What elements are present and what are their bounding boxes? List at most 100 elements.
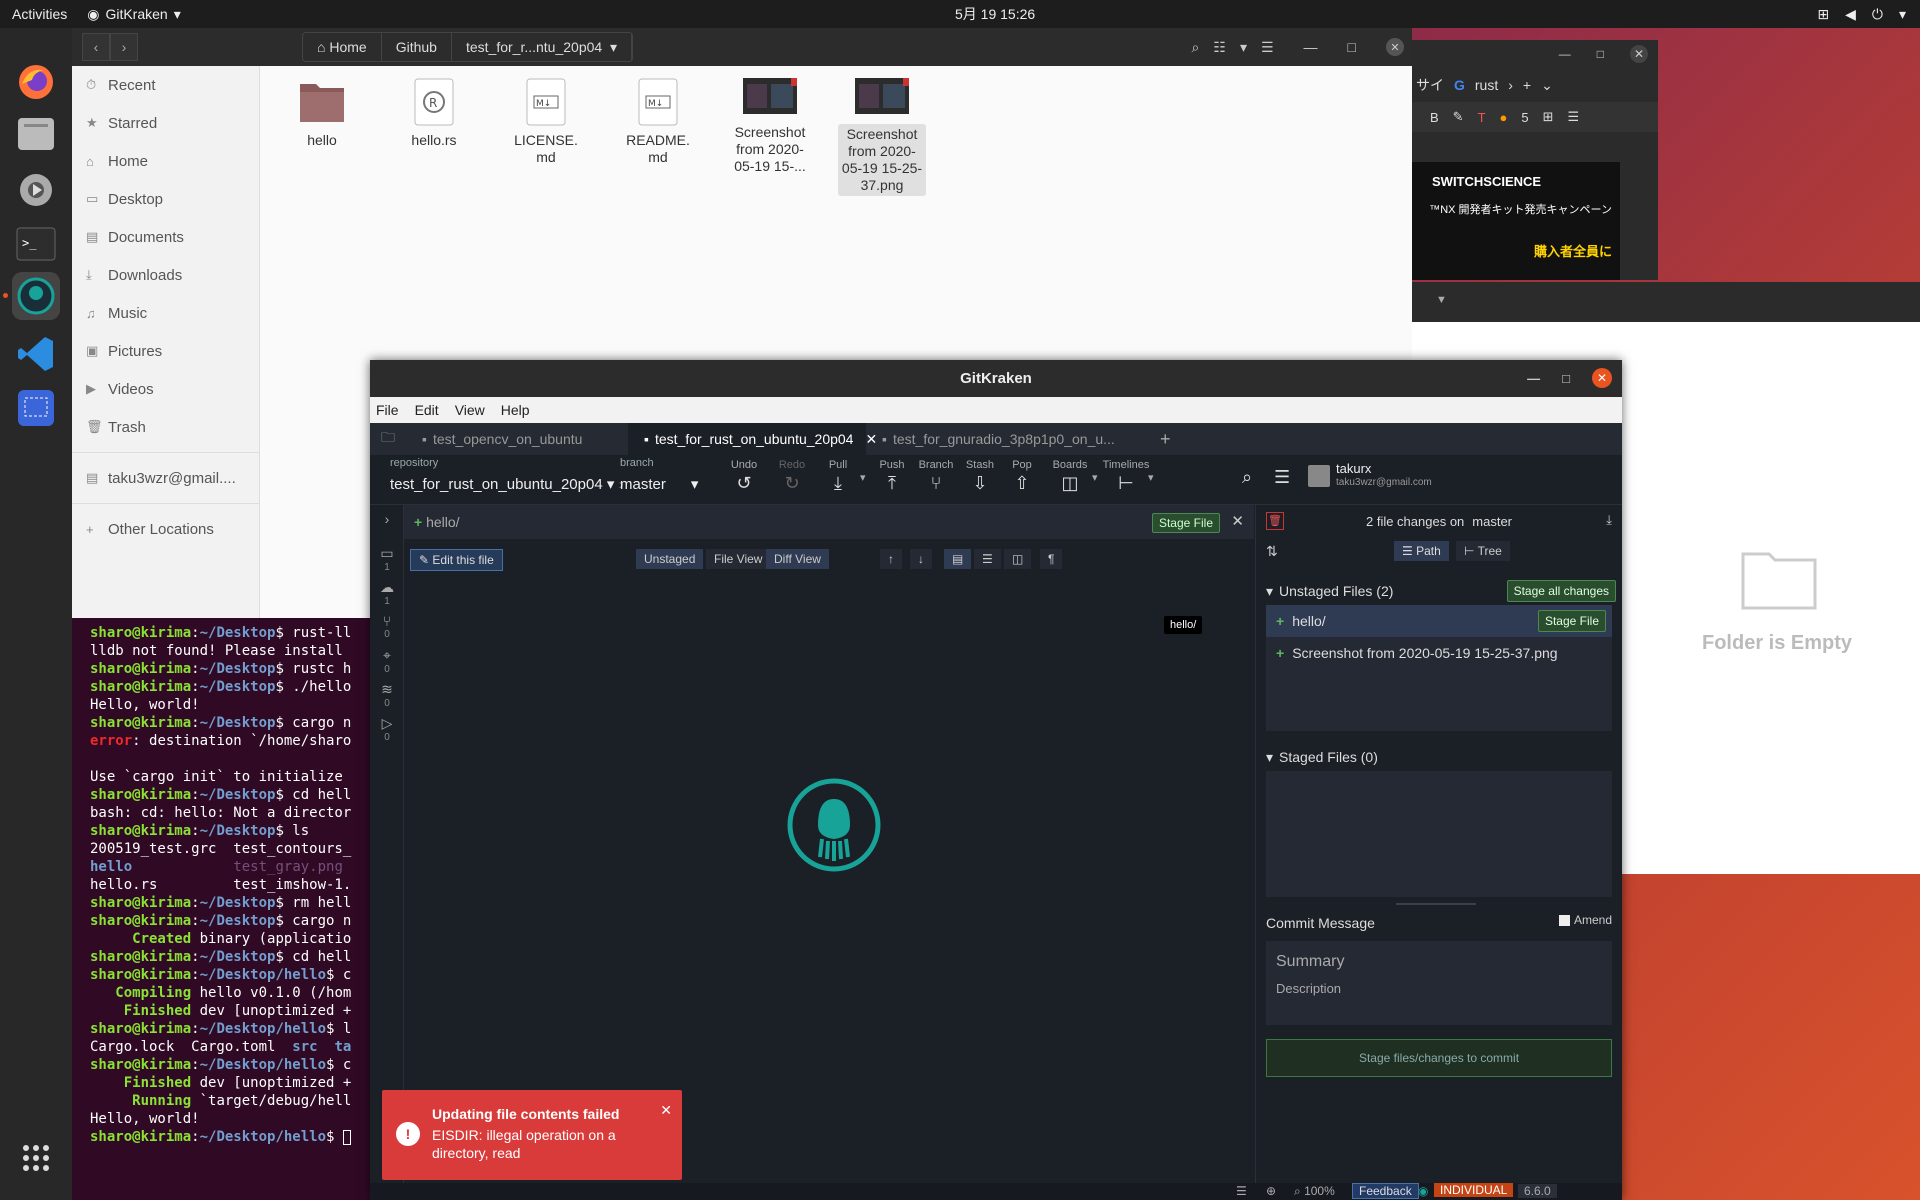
diff-view-button[interactable]: Diff View xyxy=(766,549,829,569)
chevron-down-icon[interactable]: ▾ xyxy=(1092,471,1098,484)
menu-icon[interactable]: ☰ xyxy=(1568,109,1580,125)
folder-icon[interactable]: 🗀 xyxy=(370,427,406,451)
breadcrumb-current[interactable]: test_for_r...ntu_20p04 ▾ xyxy=(452,33,632,61)
five-icon[interactable]: 5 xyxy=(1521,110,1528,125)
chevron-down-icon[interactable]: ⌄ xyxy=(1541,77,1553,94)
trash-icon[interactable]: 🗑 xyxy=(1266,512,1284,530)
maximize-icon[interactable]: □ xyxy=(1348,39,1356,55)
unstaged-toggle[interactable]: Unstaged xyxy=(636,549,704,569)
stage-file-button[interactable]: Stage File xyxy=(1537,610,1606,632)
pull-requests-button[interactable]: ⑂ 0 xyxy=(370,613,404,640)
arrow-down-icon[interactable]: ↓ xyxy=(910,549,932,569)
menu-view[interactable]: View xyxy=(455,402,485,418)
sidebar-item-starred[interactable]: ★ Starred xyxy=(72,104,259,142)
minimize-icon[interactable]: — xyxy=(1304,39,1318,55)
back-button[interactable]: ‹ xyxy=(82,33,110,61)
minimize-icon[interactable]: — xyxy=(1527,371,1540,386)
inline-view-icon[interactable]: ☰ xyxy=(974,549,1001,569)
plan-badge[interactable]: INDIVIDUAL xyxy=(1434,1183,1514,1197)
advertisement-banner[interactable]: SWITCHSCIENCE ™NX 開発者キット発売キャンペーン 購入者全員に xyxy=(1412,162,1620,280)
vscode-icon[interactable] xyxy=(12,330,60,378)
menu-icon[interactable]: ☰ xyxy=(1261,39,1274,56)
tab-gnuradio[interactable]: ▪ test_for_gnuradio_3p8p1p0_on_u... xyxy=(866,423,1146,455)
tree-view-button[interactable]: ⊢ Tree xyxy=(1456,541,1510,561)
path-view-button[interactable]: ☰ Path xyxy=(1394,541,1449,561)
new-tab-icon[interactable]: + xyxy=(1523,77,1531,93)
clock[interactable]: 5月 19 15:26 xyxy=(955,4,1035,24)
chevron-right-icon[interactable]: › xyxy=(1508,77,1513,93)
sidebar-item-other-locations[interactable]: + Other Locations xyxy=(72,510,259,548)
pop-button[interactable]: Pop ⇧ xyxy=(1002,459,1042,494)
menu-icon[interactable]: ☰ xyxy=(1274,467,1290,488)
browser-window[interactable]: — □ ✕ サイ G rust › + ⌄ B ✎ T ● 5 ⊞ ☰ SWIT… xyxy=(1412,40,1658,280)
stashes-button[interactable]: ≋ 0 xyxy=(370,681,404,709)
resize-handle[interactable] xyxy=(1256,897,1622,911)
timelines-button[interactable]: Timelines ⊢ xyxy=(1103,459,1150,494)
error-toast[interactable]: ! Updating file contents failed EISDIR: … xyxy=(382,1090,682,1180)
system-tray[interactable]: ⊞ ◀ ⏻ ▾ xyxy=(1817,6,1906,23)
gitkraken-icon[interactable] xyxy=(3,272,60,320)
close-icon[interactable]: ✕ xyxy=(1231,512,1244,530)
breadcrumb-home[interactable]: ⌂ Home xyxy=(303,33,382,61)
boards-button[interactable]: Boards ◫ xyxy=(1050,459,1090,494)
sort-icon[interactable]: ⇅ xyxy=(1266,543,1278,560)
description-input[interactable]: Description xyxy=(1276,981,1341,996)
staged-section-header[interactable]: ▾ Staged Files (0) xyxy=(1256,743,1622,771)
commit-button[interactable]: Stage files/changes to commit xyxy=(1266,1039,1612,1077)
unstaged-section-header[interactable]: ▾ Unstaged Files (2) Stage all changes xyxy=(1256,577,1622,605)
chevron-down-icon[interactable]: ▾ xyxy=(860,471,866,484)
branch-selector[interactable]: master ▾ xyxy=(620,475,698,493)
expand-panel-button[interactable]: › xyxy=(370,511,404,527)
maximize-icon[interactable]: □ xyxy=(1597,47,1604,61)
whitespace-icon[interactable]: ¶ xyxy=(1040,549,1063,569)
list-item[interactable]: + Screenshot from 2020-05-19 15-25-37.pn… xyxy=(1266,637,1612,669)
apps-grid-icon[interactable] xyxy=(12,1134,60,1182)
tab-opencv[interactable]: ▪ test_opencv_on_ubuntu xyxy=(406,423,628,455)
repository-selector[interactable]: test_for_rust_on_ubuntu_20p04 ▾ › xyxy=(390,475,624,493)
menu-file[interactable]: File xyxy=(376,402,399,418)
zoom-level[interactable]: ⌕ 100% xyxy=(1294,1184,1335,1199)
maximize-icon[interactable]: □ xyxy=(1562,371,1570,386)
tab-prefix[interactable]: サイ xyxy=(1416,75,1444,95)
settings-icon[interactable] xyxy=(12,166,60,214)
local-branches-button[interactable]: ▭ 1 xyxy=(370,545,404,573)
puzzle-icon[interactable]: ⊞ xyxy=(1543,109,1554,125)
minimize-icon[interactable]: — xyxy=(1559,47,1571,61)
gitkraken-window[interactable]: GitKraken — □ ✕ File Edit View Help 🗀 ▪ t… xyxy=(370,360,1622,1200)
commit-message-box[interactable]: Summary Description xyxy=(1266,941,1612,1025)
feedback-button[interactable]: Feedback xyxy=(1352,1183,1419,1199)
extension-icon[interactable]: B xyxy=(1430,110,1439,125)
sidebar-item-downloads[interactable]: ⤓ Downloads xyxy=(72,256,259,294)
files-icon[interactable] xyxy=(12,110,60,158)
summary-input[interactable]: Summary xyxy=(1276,953,1344,971)
edit-file-button[interactable]: ✎ Edit this file xyxy=(410,549,503,571)
sidebar-item-home[interactable]: ⌂ Home xyxy=(72,142,259,180)
sidebar-item-videos[interactable]: ▶ Videos xyxy=(72,370,259,408)
sidebar-item-music[interactable]: ♫ Music xyxy=(72,294,259,332)
breadcrumb-github[interactable]: Github xyxy=(382,33,452,61)
chevron-down-icon[interactable]: ▾ xyxy=(1148,471,1154,484)
list-icon[interactable]: ☰ xyxy=(1236,1184,1247,1198)
avatar[interactable] xyxy=(1308,465,1330,487)
actions-button[interactable]: ▷ 0 xyxy=(370,715,404,743)
stage-file-button[interactable]: Stage File xyxy=(1151,513,1220,533)
app-menu[interactable]: ◉ GitKraken ▾ xyxy=(87,6,181,23)
sidebar-item-pictures[interactable]: ▣ Pictures xyxy=(72,332,259,370)
menu-edit[interactable]: Edit xyxy=(415,402,439,418)
tab-rust[interactable]: rust xyxy=(1475,77,1498,93)
stash-button[interactable]: Stash ⇩ xyxy=(960,459,1000,494)
file-item[interactable]: M↓ LICENSE. md xyxy=(501,78,591,196)
list-view-icon[interactable]: ☷ xyxy=(1213,39,1226,56)
terminal-window[interactable]: sharo@kirima:~/Desktop$ rust-ll lldb not … xyxy=(72,618,372,1200)
tags-button[interactable]: ⌖ 0 xyxy=(370,647,404,675)
activities-button[interactable]: Activities xyxy=(0,6,79,22)
sidebar-item-trash[interactable]: 🗑 Trash xyxy=(72,408,259,446)
forward-button[interactable]: › xyxy=(110,33,138,61)
file-item[interactable]: hello xyxy=(277,78,367,196)
new-tab-icon[interactable]: + xyxy=(1160,429,1171,450)
sidebar-item-recent[interactable]: ⏱ Recent xyxy=(72,66,259,104)
stage-all-button[interactable]: Stage all changes xyxy=(1506,580,1616,602)
branch-button[interactable]: Branch ⑂ xyxy=(916,459,956,494)
screenshot-icon[interactable] xyxy=(12,384,60,432)
file-item[interactable]: Rhello.rs xyxy=(389,78,479,196)
